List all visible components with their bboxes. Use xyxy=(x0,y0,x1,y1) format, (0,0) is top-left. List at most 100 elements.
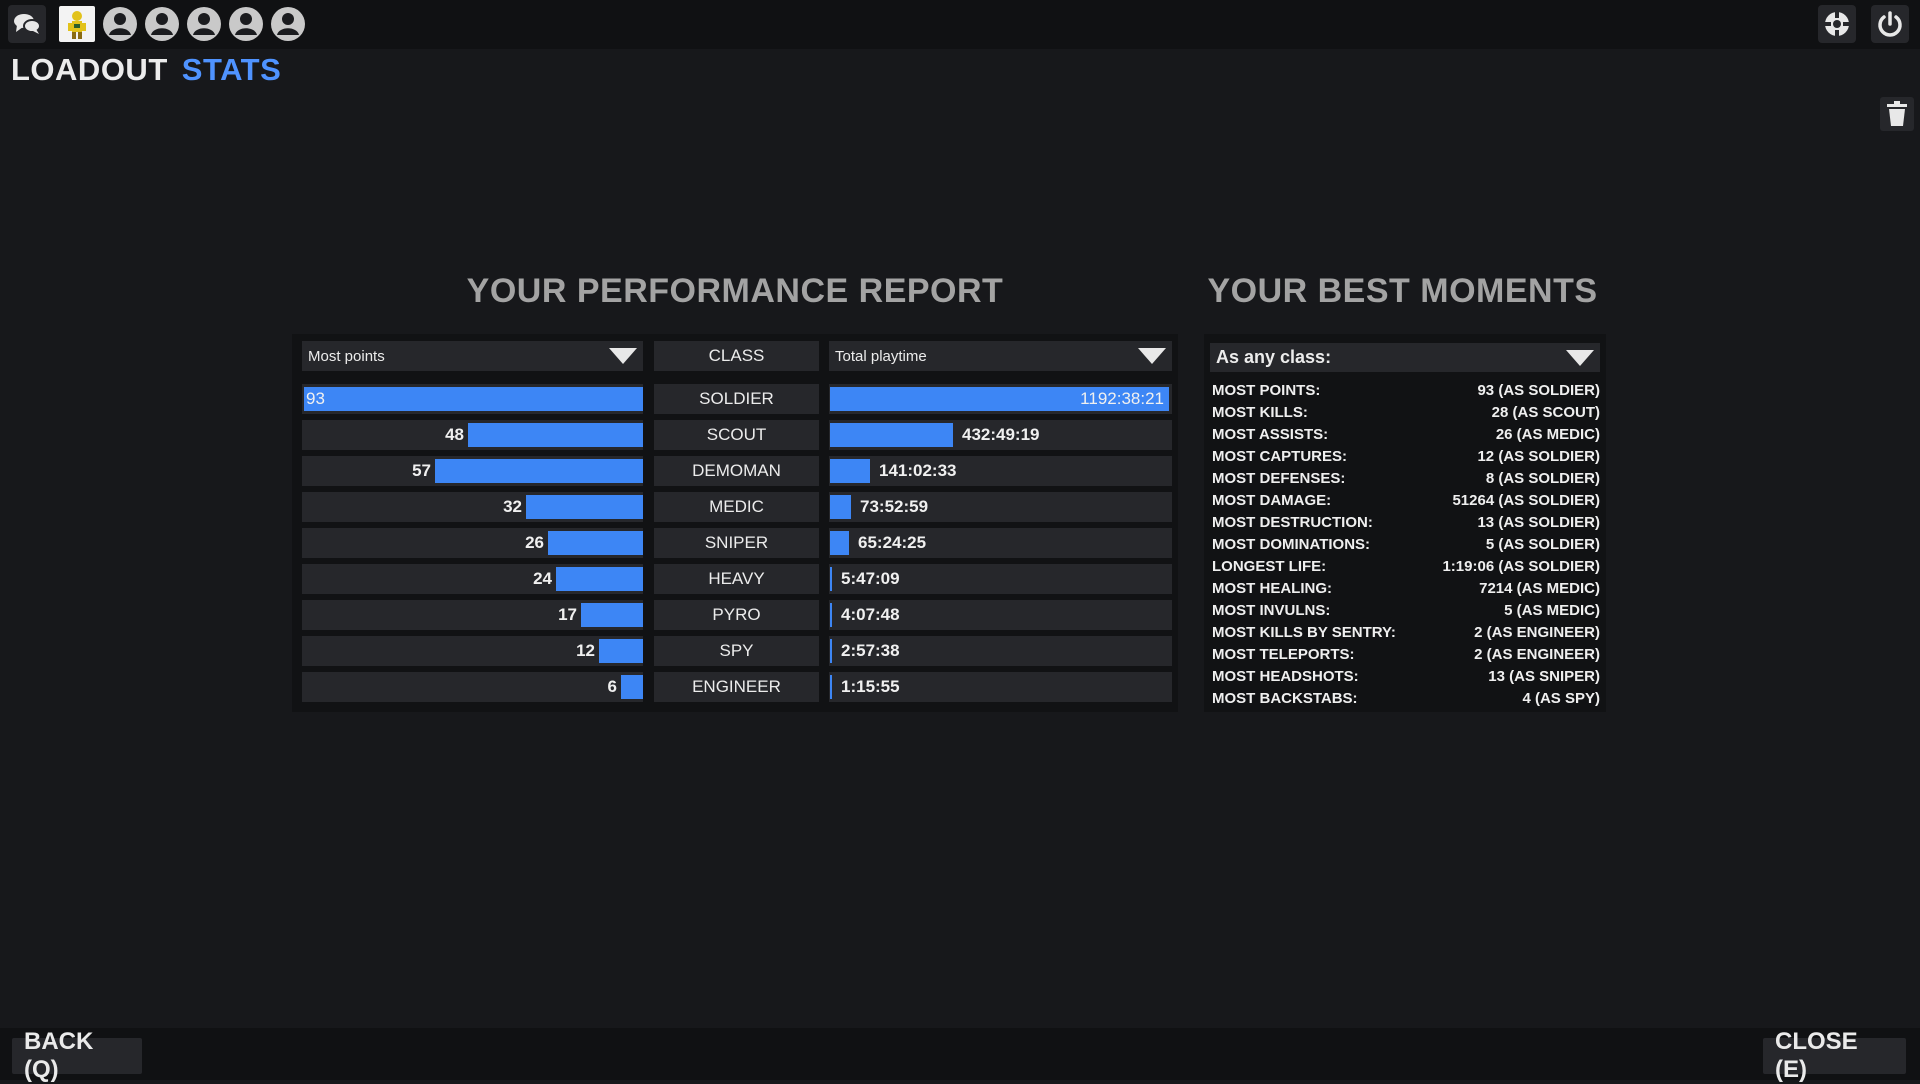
class-name: SNIPER xyxy=(654,528,819,558)
moment-value: 26 (AS MEDIC) xyxy=(1495,426,1600,443)
performance-report-title: YOUR PERFORMANCE REPORT xyxy=(466,272,1004,310)
points-cell: 48 xyxy=(302,420,643,450)
moment-label: MOST DESTRUCTION: xyxy=(1212,514,1373,531)
moments-class-dropdown-label: As any class: xyxy=(1216,347,1332,367)
table-row: 17 PYRO 4:07:48 xyxy=(0,600,1920,630)
playtime-cell: 4:07:48 xyxy=(829,600,1172,630)
list-item: MOST KILLS: 28 (AS SCOUT) xyxy=(1212,402,1600,424)
moment-value: 51264 (AS SOLDIER) xyxy=(1452,492,1600,509)
table-row: 12 SPY 2:57:38 xyxy=(0,636,1920,666)
moment-label: MOST ASSISTS: xyxy=(1212,426,1329,443)
playtime-bar xyxy=(830,423,953,447)
player-avatar[interactable] xyxy=(59,6,95,42)
moment-value: 13 (AS SNIPER) xyxy=(1488,668,1600,685)
list-item: MOST INVULNS: 5 (AS MEDIC) xyxy=(1212,600,1600,622)
chat-icon[interactable] xyxy=(8,5,46,43)
best-moments-list: MOST POINTS: 93 (AS SOLDIER) MOST KILLS: 28… xyxy=(1212,380,1600,710)
table-row: 32 MEDIC 73:52:59 xyxy=(0,492,1920,522)
moment-value: 13 (AS SOLDIER) xyxy=(1477,514,1600,531)
playtime-value: 65:24:25 xyxy=(858,533,927,552)
power-icon[interactable] xyxy=(1871,5,1909,43)
points-value: 6 xyxy=(607,677,617,696)
playtime-cell: 73:52:59 xyxy=(829,492,1172,522)
tab-bar: LOADOUT STATS xyxy=(11,48,281,92)
playtime-value: 141:02:33 xyxy=(879,461,957,480)
moment-value: 8 (AS SOLDIER) xyxy=(1485,470,1600,487)
class-name: MEDIC xyxy=(654,492,819,522)
points-value: 17 xyxy=(558,605,577,624)
list-item: MOST TELEPORTS: 2 (AS ENGINEER) xyxy=(1212,644,1600,666)
moment-label: LONGEST LIFE: xyxy=(1212,558,1327,575)
class-name: HEAVY xyxy=(654,564,819,594)
list-item: MOST DAMAGE: 51264 (AS SOLDIER) xyxy=(1212,490,1600,512)
moment-value: 2 (AS ENGINEER) xyxy=(1474,646,1600,663)
friend-avatar-icon[interactable] xyxy=(102,6,138,42)
class-name: DEMOMAN xyxy=(654,456,819,486)
playtime-bar xyxy=(830,531,849,555)
moment-value: 5 (AS SOLDIER) xyxy=(1485,536,1600,553)
table-row: 57 DEMOMAN 141:02:33 xyxy=(0,456,1920,486)
points-bar xyxy=(581,603,643,627)
points-cell: 6 xyxy=(302,672,643,702)
points-cell: 93 xyxy=(302,384,643,414)
points-value: 12 xyxy=(576,641,595,660)
points-cell: 32 xyxy=(302,492,643,522)
tab-stats[interactable]: STATS xyxy=(182,52,282,88)
moment-value: 12 (AS SOLDIER) xyxy=(1477,448,1600,465)
playtime-bar xyxy=(830,567,832,591)
list-item: MOST DOMINATIONS: 5 (AS SOLDIER) xyxy=(1212,534,1600,556)
class-name: SPY xyxy=(654,636,819,666)
list-item: LONGEST LIFE: 1:19:06 (AS SOLDIER) xyxy=(1212,556,1600,578)
table-row: 48 SCOUT 432:49:19 xyxy=(0,420,1920,450)
settings-icon[interactable] xyxy=(1818,5,1856,43)
points-bar xyxy=(621,675,643,699)
class-name: PYRO xyxy=(654,600,819,630)
moments-class-dropdown[interactable]: As any class: xyxy=(1210,343,1600,372)
friend-avatar-icon[interactable] xyxy=(270,6,306,42)
moment-label: MOST DEFENSES: xyxy=(1212,470,1346,487)
points-value: 48 xyxy=(445,425,464,444)
points-value: 32 xyxy=(503,497,522,516)
points-bar xyxy=(468,423,643,447)
back-button[interactable]: BACK (Q) xyxy=(12,1028,142,1083)
moment-label: MOST TELEPORTS: xyxy=(1212,646,1355,663)
points-cell: 24 xyxy=(302,564,643,594)
moment-label: MOST HEADSHOTS: xyxy=(1212,668,1359,685)
points-value: 57 xyxy=(412,461,431,480)
playtime-cell: 2:57:38 xyxy=(829,636,1172,666)
trash-icon[interactable] xyxy=(1880,97,1914,131)
playtime-cell: 432:49:19 xyxy=(829,420,1172,450)
moment-value: 5 (AS MEDIC) xyxy=(1504,602,1600,619)
friend-avatar-icon[interactable] xyxy=(144,6,180,42)
points-bar xyxy=(526,495,643,519)
close-button[interactable]: CLOSE (E) xyxy=(1763,1028,1906,1083)
table-row: 93 SOLDIER 1192:38:21 xyxy=(0,384,1920,414)
points-value: 26 xyxy=(525,533,544,552)
moment-value: 93 (AS SOLDIER) xyxy=(1477,382,1600,399)
moment-label: MOST KILLS BY SENTRY: xyxy=(1212,624,1396,641)
table-row: 24 HEAVY 5:47:09 xyxy=(0,564,1920,594)
friend-avatar-icon[interactable] xyxy=(186,6,222,42)
moment-label: MOST POINTS: xyxy=(1212,382,1321,399)
class-name: ENGINEER xyxy=(654,672,819,702)
list-item: MOST CAPTURES: 12 (AS SOLDIER) xyxy=(1212,446,1600,468)
playtime-value: 1:15:55 xyxy=(841,677,900,696)
moment-label: MOST DAMAGE: xyxy=(1212,492,1332,509)
points-bar xyxy=(548,531,643,555)
playtime-bar xyxy=(830,639,832,663)
moment-value: 28 (AS SCOUT) xyxy=(1491,404,1600,421)
playtime-value: 73:52:59 xyxy=(860,497,929,516)
playtime-sort-dropdown[interactable]: Total playtime xyxy=(829,341,1172,371)
points-sort-dropdown[interactable]: Most points xyxy=(302,341,643,371)
moment-label: MOST DOMINATIONS: xyxy=(1212,536,1371,553)
points-cell: 17 xyxy=(302,600,643,630)
playtime-cell: 1:15:55 xyxy=(829,672,1172,702)
friend-avatar-icon[interactable] xyxy=(228,6,264,42)
table-row: 6 ENGINEER 1:15:55 xyxy=(0,672,1920,702)
playtime-bar xyxy=(830,459,870,483)
list-item: MOST DESTRUCTION: 13 (AS SOLDIER) xyxy=(1212,512,1600,534)
tab-loadout[interactable]: LOADOUT xyxy=(11,52,168,88)
chevron-down-icon xyxy=(1138,348,1166,364)
points-bar xyxy=(599,639,643,663)
points-cell: 26 xyxy=(302,528,643,558)
